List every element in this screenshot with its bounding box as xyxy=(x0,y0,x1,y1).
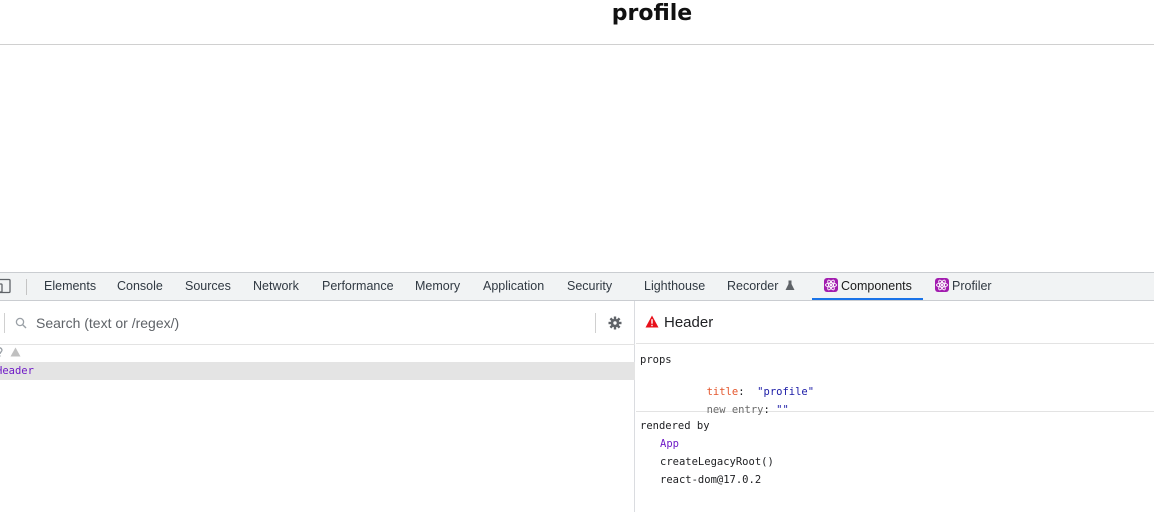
warning-icon xyxy=(0,347,3,357)
tree-item-label: Header xyxy=(0,365,34,377)
devtools-tabbar: Elements Console Sources Network Perform… xyxy=(0,273,1154,301)
component-inspector: Header props title: "profile" new entry:… xyxy=(636,301,1154,512)
react-icon xyxy=(935,278,949,292)
prop-separator: : xyxy=(763,404,770,416)
tab-separator xyxy=(26,279,27,295)
active-tab-indicator xyxy=(812,298,923,300)
tab-elements[interactable]: Elements xyxy=(44,273,96,300)
search-bar xyxy=(0,301,635,345)
search-icon xyxy=(15,317,27,329)
search-divider xyxy=(595,313,596,333)
owner-react-dom: react-dom@17.0.2 xyxy=(660,474,762,486)
tab-recorder-label: Recorder xyxy=(727,279,779,293)
tab-console[interactable]: Console xyxy=(117,273,163,300)
props-section: props title: "profile" new entry: "" xyxy=(636,345,1154,416)
tab-application[interactable]: Application xyxy=(483,273,544,300)
tab-memory[interactable]: Memory xyxy=(415,273,460,300)
tab-profiler-label: Profiler xyxy=(952,279,992,293)
props-title: props xyxy=(640,354,672,366)
devtools-panel: Elements Console Sources Network Perform… xyxy=(0,272,1154,512)
react-icon xyxy=(824,278,838,292)
tree-warnings xyxy=(0,347,21,361)
tab-network[interactable]: Network xyxy=(253,273,299,300)
tab-profiler[interactable]: Profiler xyxy=(935,273,992,300)
tree-row-selected[interactable]: Header xyxy=(0,362,635,380)
tab-components[interactable]: Components xyxy=(824,273,912,300)
flask-icon xyxy=(785,280,795,290)
search-input[interactable] xyxy=(36,312,576,334)
owner-app[interactable]: App xyxy=(660,438,679,450)
tab-security[interactable]: Security xyxy=(567,273,612,300)
component-tree-pane: Header xyxy=(0,301,635,512)
owner-create-legacy-root: createLegacyRoot() xyxy=(660,456,774,468)
gear-icon[interactable] xyxy=(608,316,622,330)
error-icon xyxy=(645,315,659,328)
page-header: profile xyxy=(0,0,1154,45)
tab-sources[interactable]: Sources xyxy=(185,273,231,300)
inspector-header: Header xyxy=(636,301,1154,344)
tab-components-label: Components xyxy=(841,279,912,293)
device-toggle-icon[interactable] xyxy=(0,278,13,294)
prop-value: "" xyxy=(776,404,789,416)
component-name: Header xyxy=(664,314,714,331)
prop-key: new entry xyxy=(706,404,764,416)
tab-performance[interactable]: Performance xyxy=(322,273,394,300)
tab-recorder[interactable]: Recorder xyxy=(727,273,795,300)
search-divider xyxy=(4,313,5,333)
warning-triangle-icon xyxy=(10,347,21,357)
page-title: profile xyxy=(611,1,693,26)
tab-lighthouse[interactable]: Lighthouse xyxy=(644,273,705,300)
rendered-by-title: rendered by xyxy=(640,420,710,432)
